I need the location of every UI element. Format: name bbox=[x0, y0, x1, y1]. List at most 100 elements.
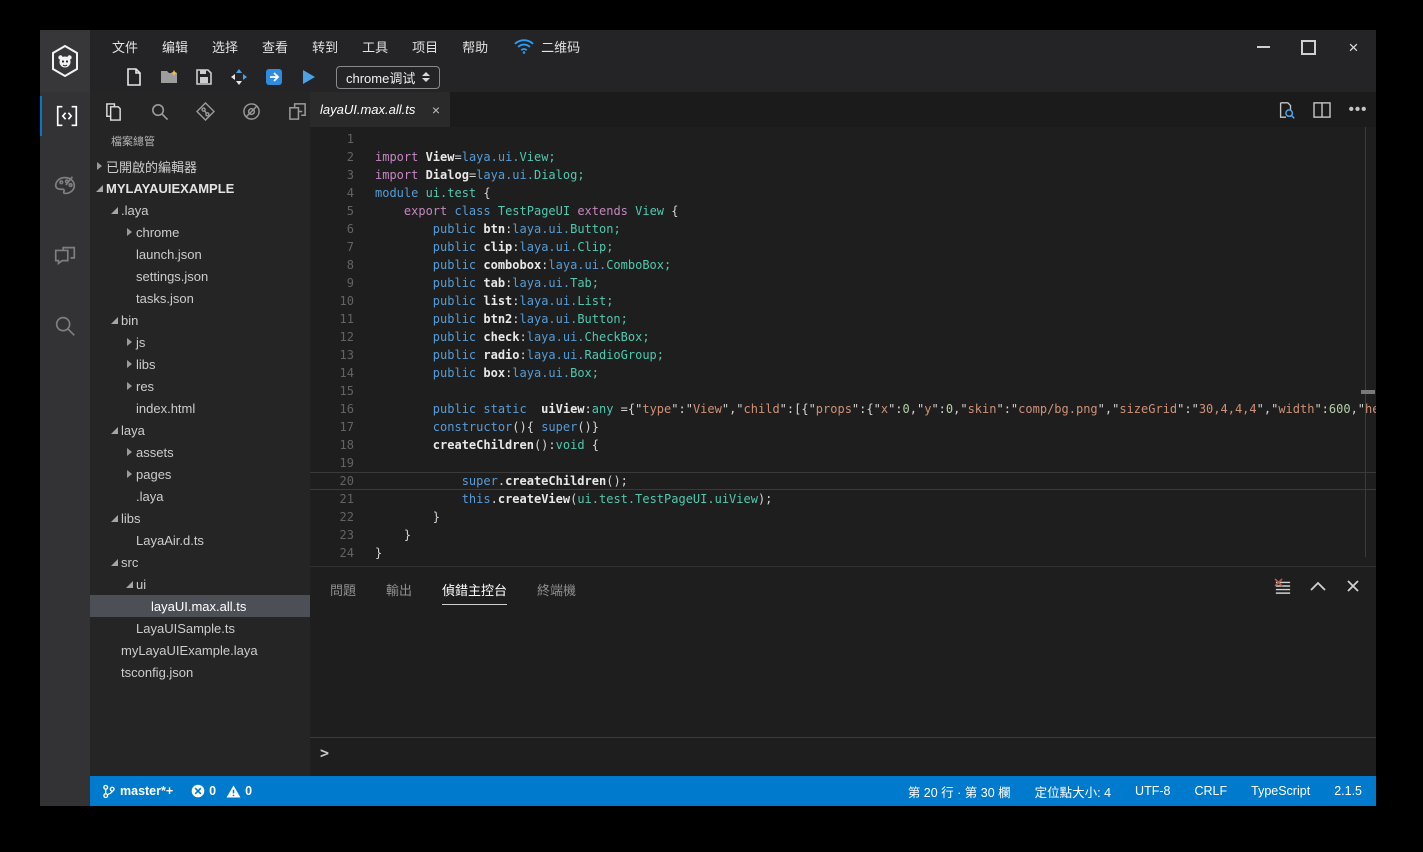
menu-item[interactable]: 工具 bbox=[350, 37, 400, 56]
activity-chat-button[interactable] bbox=[40, 236, 90, 276]
chevron-expanded-icon[interactable] bbox=[94, 182, 106, 194]
code-line-8[interactable]: 8 public combobox:laya.ui.ComboBox; bbox=[310, 256, 1376, 274]
tree-item-layaui-max-all-ts[interactable]: layaUI.max.all.ts bbox=[90, 595, 310, 617]
code-line-16[interactable]: 16 public static uiView:any ={"type":"Vi… bbox=[310, 400, 1376, 418]
tree-item-mylayauiexample[interactable]: MYLAYAUIEXAMPLE bbox=[90, 177, 310, 199]
menu-item[interactable]: 转到 bbox=[300, 37, 350, 56]
clear-console-icon[interactable] bbox=[1274, 577, 1292, 595]
activity-code-button[interactable] bbox=[40, 96, 92, 136]
more-actions-icon[interactable]: ••• bbox=[1348, 100, 1368, 120]
run-config-dropdown[interactable]: chrome调试 bbox=[336, 66, 440, 89]
tree-item-chrome[interactable]: chrome bbox=[90, 221, 310, 243]
code-line-9[interactable]: 9 public tab:laya.ui.Tab; bbox=[310, 274, 1376, 292]
find-in-file-icon[interactable] bbox=[1276, 100, 1296, 120]
code-line-14[interactable]: 14 public box:laya.ui.Box; bbox=[310, 364, 1376, 382]
code-line-20[interactable]: 20 super.createChildren(); bbox=[310, 472, 1376, 490]
maximize-button[interactable] bbox=[1286, 30, 1331, 64]
tree-item-res[interactable]: res bbox=[90, 375, 310, 397]
tree-item-laya[interactable]: laya bbox=[90, 419, 310, 441]
code-line-1[interactable]: 1 bbox=[310, 130, 1376, 148]
version-indicator[interactable]: 2.1.5 bbox=[1334, 784, 1362, 798]
files-icon[interactable] bbox=[103, 101, 124, 122]
close-button[interactable]: × bbox=[1331, 30, 1376, 64]
menu-item[interactable]: 项目 bbox=[400, 37, 450, 56]
tree-item-index-html[interactable]: index.html bbox=[90, 397, 310, 419]
search-icon[interactable] bbox=[149, 101, 170, 122]
tree-item--laya[interactable]: .laya bbox=[90, 199, 310, 221]
tree-item-pages[interactable]: pages bbox=[90, 463, 310, 485]
build-icon[interactable] bbox=[229, 67, 249, 87]
code-line-2[interactable]: 2import View=laya.ui.View; bbox=[310, 148, 1376, 166]
code-line-23[interactable]: 23 } bbox=[310, 526, 1376, 544]
encoding-indicator[interactable]: UTF-8 bbox=[1135, 784, 1170, 798]
chevron-expanded-icon[interactable] bbox=[109, 314, 121, 326]
problems-status[interactable]: 0 0 bbox=[191, 784, 252, 798]
code-line-11[interactable]: 11 public btn2:laya.ui.Button; bbox=[310, 310, 1376, 328]
code-line-18[interactable]: 18 createChildren():void { bbox=[310, 436, 1376, 454]
tree-item-bin[interactable]: bin bbox=[90, 309, 310, 331]
code-line-22[interactable]: 22 } bbox=[310, 508, 1376, 526]
chevron-collapsed-icon[interactable] bbox=[94, 160, 106, 172]
extensions-icon[interactable] bbox=[287, 101, 308, 122]
panel-tab[interactable]: 輸出 bbox=[386, 580, 412, 605]
code-line-21[interactable]: 21 this.createView(ui.test.TestPageUI.ui… bbox=[310, 490, 1376, 508]
code-line-3[interactable]: 3import Dialog=laya.ui.Dialog; bbox=[310, 166, 1376, 184]
save-icon[interactable] bbox=[194, 67, 214, 87]
code-editor[interactable]: 12import View=laya.ui.View;3import Dialo… bbox=[310, 127, 1376, 560]
panel-tab[interactable]: 偵錯主控台 bbox=[442, 580, 507, 605]
tree-item-launch-json[interactable]: launch.json bbox=[90, 243, 310, 265]
tree-item-tsconfig-json[interactable]: tsconfig.json bbox=[90, 661, 310, 683]
tree-item-mylayauiexample-laya[interactable]: myLayaUIExample.laya bbox=[90, 639, 310, 661]
maximize-panel-icon[interactable] bbox=[1309, 577, 1327, 595]
chevron-collapsed-icon[interactable] bbox=[124, 468, 136, 480]
menu-item[interactable]: 帮助 bbox=[450, 37, 500, 56]
tree-item-libs[interactable]: libs bbox=[90, 507, 310, 529]
tree-item-tasks-json[interactable]: tasks.json bbox=[90, 287, 310, 309]
tab-layaui-max-all-ts[interactable]: layaUI.max.all.ts × bbox=[310, 92, 450, 127]
tree-item-layaair-d-ts[interactable]: LayaAir.d.ts bbox=[90, 529, 310, 551]
code-line-24[interactable]: 24} bbox=[310, 544, 1376, 560]
tree-item-src[interactable]: src bbox=[90, 551, 310, 573]
cursor-position[interactable]: 第 20 行 · 第 30 欄 bbox=[908, 782, 1011, 801]
chevron-expanded-icon[interactable] bbox=[109, 204, 121, 216]
split-editor-icon[interactable] bbox=[1312, 100, 1332, 120]
debug-console-input[interactable]: > bbox=[310, 737, 1376, 763]
chevron-collapsed-icon[interactable] bbox=[124, 336, 136, 348]
minimize-button[interactable] bbox=[1241, 30, 1286, 64]
chevron-expanded-icon[interactable] bbox=[124, 578, 136, 590]
code-line-17[interactable]: 17 constructor(){ super()} bbox=[310, 418, 1376, 436]
code-line-4[interactable]: 4module ui.test { bbox=[310, 184, 1376, 202]
menu-item[interactable]: 编辑 bbox=[150, 37, 200, 56]
panel-tab[interactable]: 終端機 bbox=[537, 580, 576, 605]
editor-scrollbar[interactable] bbox=[1365, 127, 1376, 557]
chevron-collapsed-icon[interactable] bbox=[124, 446, 136, 458]
code-line-19[interactable]: 19 bbox=[310, 454, 1376, 472]
language-indicator[interactable]: TypeScript bbox=[1251, 784, 1310, 798]
eol-indicator[interactable]: CRLF bbox=[1194, 784, 1227, 798]
new-file-icon[interactable] bbox=[124, 67, 144, 87]
tree-item-settings-json[interactable]: settings.json bbox=[90, 265, 310, 287]
tree-item-layauisample-ts[interactable]: LayaUISample.ts bbox=[90, 617, 310, 639]
activity-search-button[interactable] bbox=[40, 306, 90, 346]
tab-size-indicator[interactable]: 定位點大小: 4 bbox=[1035, 782, 1111, 801]
tree-item-libs[interactable]: libs bbox=[90, 353, 310, 375]
run-icon[interactable] bbox=[299, 67, 319, 87]
tab-close-icon[interactable]: × bbox=[432, 102, 440, 118]
chevron-collapsed-icon[interactable] bbox=[124, 380, 136, 392]
tree-item--[interactable]: 已開啟的編輯器 bbox=[90, 155, 310, 177]
qrcode-menu-item[interactable]: 二维码 bbox=[514, 37, 580, 56]
panel-tab[interactable]: 問題 bbox=[330, 580, 356, 605]
scrollbar-thumb[interactable] bbox=[1361, 390, 1375, 394]
chevron-expanded-icon[interactable] bbox=[109, 424, 121, 436]
menu-item[interactable]: 文件 bbox=[100, 37, 150, 56]
code-line-6[interactable]: 6 public btn:laya.ui.Button; bbox=[310, 220, 1376, 238]
git-branch-status[interactable]: master*+ bbox=[102, 784, 173, 799]
new-project-icon[interactable] bbox=[159, 67, 179, 87]
menu-item[interactable]: 查看 bbox=[250, 37, 300, 56]
tree-item-assets[interactable]: assets bbox=[90, 441, 310, 463]
code-line-15[interactable]: 15 bbox=[310, 382, 1376, 400]
code-line-12[interactable]: 12 public check:laya.ui.CheckBox; bbox=[310, 328, 1376, 346]
tree-item-ui[interactable]: ui bbox=[90, 573, 310, 595]
export-icon[interactable] bbox=[264, 67, 284, 87]
chevron-collapsed-icon[interactable] bbox=[124, 358, 136, 370]
